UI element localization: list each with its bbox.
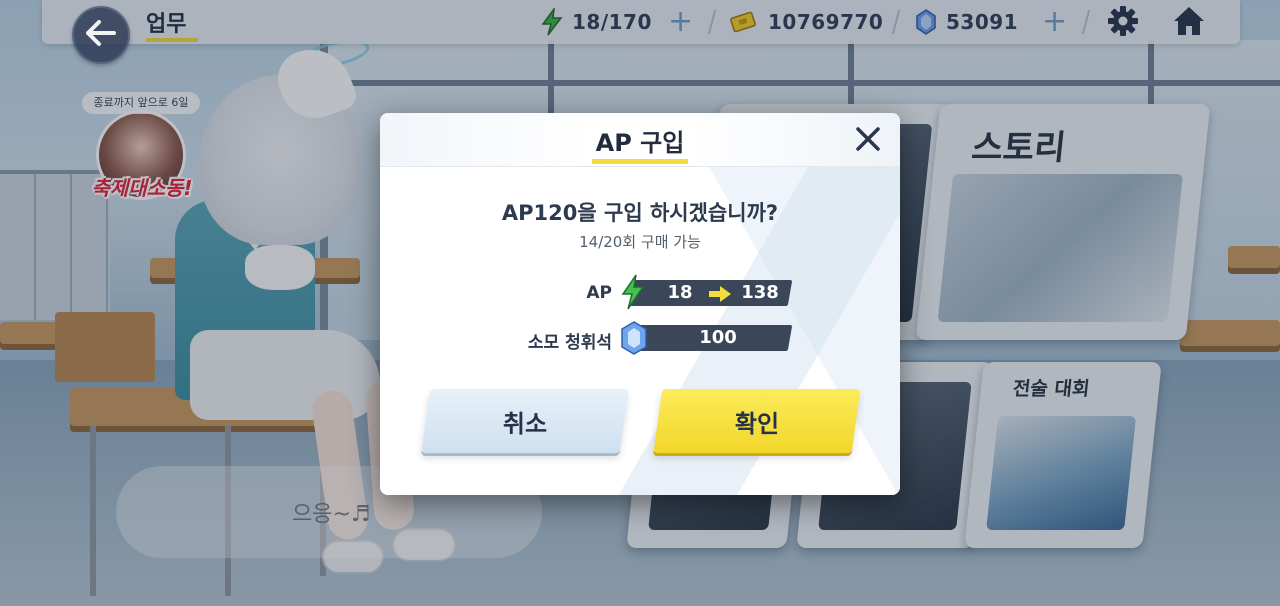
ap-from-value: 18 <box>667 282 693 303</box>
ap-to-value: 138 <box>741 282 779 303</box>
dialog-title: AP 구입 <box>595 129 685 157</box>
gem-icon <box>619 320 649 356</box>
dialog-title-underline <box>592 159 688 164</box>
cost-row-label: 소모 청휘석 <box>527 333 612 353</box>
cancel-button[interactable]: 취소 <box>421 389 629 453</box>
confirm-label: 확인 <box>734 409 780 438</box>
back-button[interactable] <box>72 6 130 64</box>
close-icon <box>854 125 882 157</box>
right-arrow-icon <box>708 285 732 303</box>
ap-row-label: AP <box>586 283 612 303</box>
confirm-button[interactable]: 확인 <box>653 389 861 453</box>
cost-value: 100 <box>699 327 737 348</box>
back-arrow-icon <box>85 19 117 51</box>
close-button[interactable] <box>850 123 886 159</box>
cancel-label: 취소 <box>502 409 548 438</box>
purchase-question: AP120을 구입 하시겠습니까? <box>501 201 779 225</box>
ap-purchase-dialog: AP 구입 AP120을 구입 하시겠습니까? 14/20회 구매 가능 AP … <box>380 113 900 495</box>
purchase-limit: 14/20회 구매 가능 <box>579 233 701 251</box>
lightning-icon <box>620 274 646 310</box>
